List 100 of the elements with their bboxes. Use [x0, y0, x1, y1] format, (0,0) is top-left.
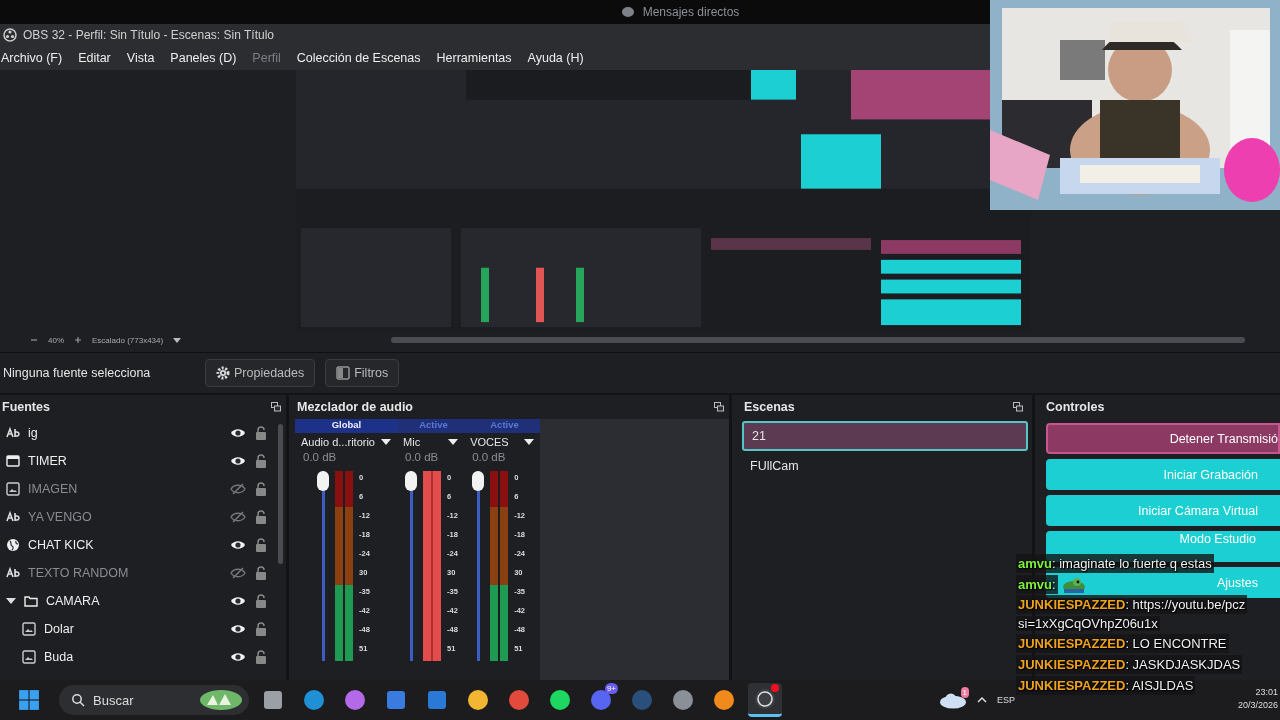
gear-icon [216, 366, 230, 380]
volume-reading: 0.0 dB [404, 451, 440, 465]
lock-icon[interactable] [254, 482, 268, 496]
lock-icon[interactable] [254, 510, 268, 524]
source-name[interactable]: YA VENGO [28, 510, 222, 524]
source-name[interactable]: TEXTO RANDOM [28, 566, 222, 580]
undock-icon[interactable] [714, 402, 724, 412]
source-name[interactable]: CAMARA [46, 594, 222, 608]
volume-slider[interactable] [317, 471, 329, 661]
menu-item[interactable]: Herramientas [436, 51, 512, 65]
eye-slash-icon[interactable] [230, 483, 246, 495]
volume-slider[interactable] [472, 471, 485, 661]
eye-icon[interactable] [230, 455, 246, 467]
slider-thumb[interactable] [405, 471, 418, 491]
menu-item[interactable]: Colección de Escenas [296, 51, 421, 65]
text-source-icon [6, 426, 20, 440]
app-icon [384, 688, 408, 712]
source-name[interactable]: Buda [44, 650, 222, 664]
toolbar-button[interactable]: Filtros [325, 359, 400, 387]
panel-title: Controles [1046, 400, 1105, 414]
undock-icon[interactable] [1013, 402, 1023, 412]
caret-icon[interactable] [173, 336, 182, 344]
lock-icon[interactable] [254, 426, 268, 440]
mixer-tab[interactable]: Global [295, 419, 398, 433]
expand-arrow-icon[interactable] [6, 596, 16, 606]
eye-slash-icon[interactable] [230, 511, 246, 523]
chat-message: si=1xXgCqOVhpZ06u1x [1016, 616, 1160, 631]
scrollbar[interactable] [391, 337, 1245, 343]
chat-message: JUNKIESPAZZED: JASKDJASKJDAS [1016, 655, 1243, 674]
image-icon [22, 622, 36, 636]
window-title: Mensajes directos [642, 5, 740, 19]
eye-icon[interactable] [230, 651, 246, 663]
volume-reading: 0.0 dB [471, 451, 507, 465]
chevron-up-icon[interactable] [977, 695, 987, 705]
image-icon [6, 482, 20, 496]
undock-icon[interactable] [271, 402, 281, 412]
plus-icon[interactable] [74, 336, 82, 344]
chat-message: JUNKIESPAZZED: AISJLDAS [1016, 676, 1196, 695]
app-icon [630, 688, 654, 712]
chat-message: amvu: [1016, 575, 1058, 594]
search-icon [71, 693, 85, 707]
taskbar-app-icon[interactable] [748, 683, 782, 717]
clock[interactable]: 23:01 20/3/2026 [1237, 686, 1278, 712]
text-source-icon [6, 510, 20, 524]
panel-title: Mezclador de audio [297, 400, 413, 414]
lock-icon[interactable] [254, 566, 268, 580]
menu-item[interactable]: Editar [78, 51, 111, 65]
volume-slider[interactable] [405, 471, 418, 661]
app-icon [466, 688, 490, 712]
start-icon[interactable] [18, 689, 40, 711]
lock-icon[interactable] [254, 538, 268, 552]
control-button[interactable]: Detener Transmisió [1046, 423, 1280, 454]
app-icon [548, 688, 572, 712]
toolbar-button[interactable]: Propiedades [205, 359, 316, 387]
chat-message: JUNKIESPAZZED: LO ENCONTRE [1016, 634, 1229, 653]
caret-icon [448, 437, 459, 447]
taskbar-app-icon[interactable]: 9+ [584, 683, 618, 717]
app-icon [671, 688, 695, 712]
app-icon [302, 688, 326, 712]
eye-slash-icon[interactable] [230, 567, 246, 579]
language-indicator[interactable]: ESP [997, 695, 1015, 705]
window-title: OBS 32 - Perfil: Sin Título - Escenas: Sin Título [23, 28, 274, 42]
app-logo-icon [3, 28, 17, 42]
source-name[interactable]: CHAT KICK [28, 538, 222, 552]
lock-icon[interactable] [254, 454, 268, 468]
scrollbar[interactable] [278, 424, 283, 564]
chat-message: amvu: imaginate lo fuerte q estas [1016, 554, 1214, 573]
eye-icon[interactable] [230, 623, 246, 635]
menu-item[interactable]: Ayuda (H) [527, 51, 584, 65]
status-text: Ninguna fuente selecciona [3, 366, 152, 380]
zoom-level: 40% [48, 335, 64, 345]
channel-dropdown[interactable]: VOCES [470, 433, 540, 451]
source-name[interactable]: Dolar [44, 622, 222, 636]
panel-title: Escenas [744, 400, 795, 414]
eye-icon[interactable] [230, 539, 246, 551]
menu-item[interactable]: Paneles (D) [170, 51, 237, 65]
slider-thumb[interactable] [317, 471, 329, 491]
source-name[interactable]: IMAGEN [28, 482, 222, 496]
minus-icon[interactable] [30, 336, 38, 344]
lock-icon[interactable] [254, 594, 268, 608]
source-name[interactable]: TIMER [28, 454, 222, 468]
chat-message: JUNKIESPAZZED: https://youtu.be/pcz [1016, 595, 1248, 614]
source-name[interactable]: ig [28, 426, 222, 440]
channel-dropdown[interactable]: Audio d...ritorio [301, 433, 398, 451]
scale-dropdown[interactable]: Escalado (773x434) [92, 335, 164, 345]
scene-item[interactable]: 21 [742, 421, 1028, 451]
eye-icon[interactable] [230, 595, 246, 607]
slider-thumb[interactable] [472, 471, 485, 491]
lock-icon[interactable] [254, 622, 268, 636]
app-icon [425, 688, 449, 712]
search-highlight-icon [199, 689, 243, 711]
eye-icon[interactable] [230, 427, 246, 439]
channel-dropdown[interactable]: Mic [403, 433, 465, 451]
menu-item[interactable]: Archivo (F) [1, 51, 63, 65]
lock-icon[interactable] [254, 650, 268, 664]
menu-item[interactable]: Vista [126, 51, 155, 65]
notification-badge: 9+ [604, 683, 618, 694]
caret-icon [524, 437, 534, 447]
scene-item[interactable]: FUllCam [742, 453, 1028, 479]
window-icon [6, 454, 20, 468]
